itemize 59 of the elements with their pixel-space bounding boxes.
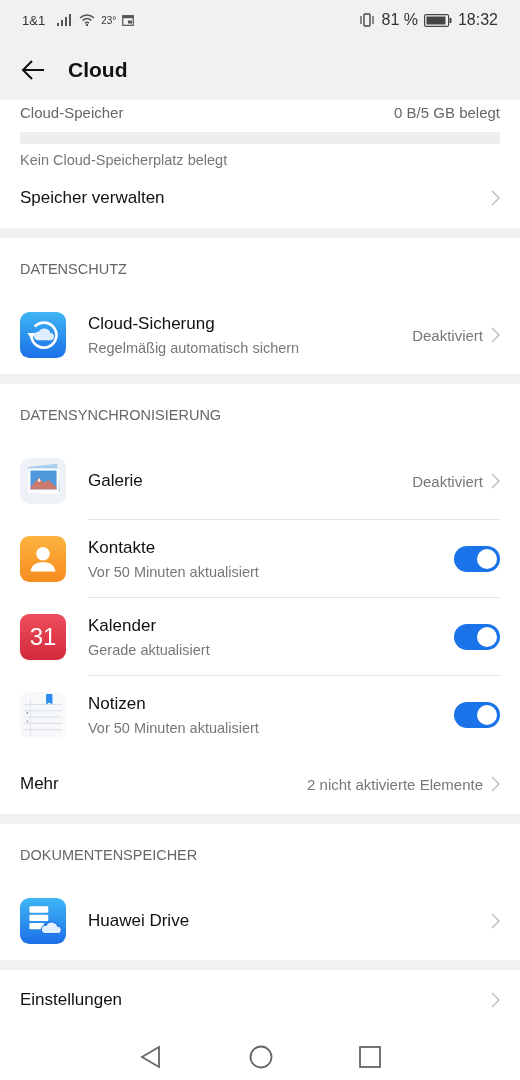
list-row[interactable]: Galerie Deaktiviert bbox=[0, 442, 520, 520]
row-title: Cloud-Sicherung bbox=[88, 314, 216, 334]
wifi-icon bbox=[79, 14, 96, 26]
row-title: Speicher verwalten bbox=[20, 188, 166, 208]
sync-row[interactable]: 31 Kalender Gerade aktualisiert bbox=[0, 598, 520, 676]
chevron-icon bbox=[491, 473, 500, 489]
row-title: Mehr bbox=[20, 774, 60, 794]
toggle-switch[interactable] bbox=[454, 624, 500, 650]
chevron-icon bbox=[491, 190, 500, 206]
carrier-text: 1&1 bbox=[22, 12, 46, 28]
row-title: Galerie bbox=[88, 471, 144, 491]
section-header: DOKUMENTENSPEICHER bbox=[20, 847, 198, 863]
row-title: Huawei Drive bbox=[88, 911, 191, 931]
battery-icon bbox=[423, 13, 452, 27]
storage-value: 0 B/5 GB belegt bbox=[394, 104, 500, 121]
section-header: DATENSYNCHRONISIERUNG bbox=[20, 407, 222, 423]
row-value: Deaktiviert bbox=[412, 326, 483, 344]
vibrate-icon bbox=[359, 13, 376, 27]
sync-row[interactable]: Kontakte Vor 50 Minuten aktualisiert bbox=[0, 520, 520, 598]
screen-title: Cloud bbox=[68, 58, 128, 82]
backup-app-icon bbox=[20, 312, 66, 358]
calendar-app-icon: 31 bbox=[20, 614, 66, 660]
back-nav-icon[interactable] bbox=[139, 1045, 163, 1069]
signal-icon bbox=[57, 14, 74, 26]
temperature-text: 23° bbox=[101, 14, 117, 26]
drive-app-icon bbox=[20, 898, 66, 944]
list-row[interactable]: Cloud-Sicherung Regelmäßig automatisch sichern Deaktiviert bbox=[0, 296, 520, 374]
storage-label: Cloud-Speicher bbox=[20, 104, 124, 121]
calendar-icon bbox=[122, 14, 135, 26]
toggle-switch[interactable] bbox=[454, 546, 500, 572]
row-subtitle: Gerade aktualisiert bbox=[88, 642, 211, 658]
chevron-icon bbox=[491, 913, 500, 929]
manage-storage-row[interactable]: Speicher verwalten bbox=[0, 168, 520, 228]
notes-app-icon bbox=[20, 692, 66, 738]
row-title: Notizen bbox=[88, 694, 147, 714]
clock-text: 18:32 bbox=[457, 11, 498, 29]
storage-note: Kein Cloud-Speicherplatz belegt bbox=[20, 152, 229, 168]
row-subtitle: Vor 50 Minuten aktualisiert bbox=[88, 564, 260, 580]
row-value: Deaktiviert bbox=[412, 472, 483, 490]
gallery-app-icon bbox=[20, 458, 66, 504]
row-subtitle: Vor 50 Minuten aktualisiert bbox=[88, 720, 260, 736]
row-subtitle: Regelmäßig automatisch sichern bbox=[88, 340, 301, 356]
sync-row[interactable]: Notizen Vor 50 Minuten aktualisiert bbox=[0, 676, 520, 754]
recents-nav-icon[interactable] bbox=[359, 1046, 381, 1068]
section-header: DATENSCHUTZ bbox=[20, 261, 127, 277]
chevron-icon bbox=[491, 776, 500, 792]
chevron-icon bbox=[491, 992, 500, 1008]
row-value: 2 nicht aktivierte Elemente bbox=[307, 775, 483, 793]
list-row[interactable]: Mehr 2 nicht aktivierte Elemente bbox=[0, 754, 520, 814]
battery-percent: 81 % bbox=[381, 11, 418, 29]
list-row[interactable]: Huawei Drive bbox=[0, 882, 520, 960]
back-button[interactable] bbox=[20, 59, 46, 81]
toggle-switch[interactable] bbox=[454, 702, 500, 728]
contacts-app-icon bbox=[20, 536, 66, 582]
row-title: Einstellungen bbox=[20, 990, 124, 1010]
row-title: Kontakte bbox=[88, 538, 157, 558]
row-title: Kalender bbox=[88, 616, 158, 636]
chevron-icon bbox=[491, 327, 500, 343]
home-nav-icon[interactable] bbox=[249, 1045, 273, 1069]
